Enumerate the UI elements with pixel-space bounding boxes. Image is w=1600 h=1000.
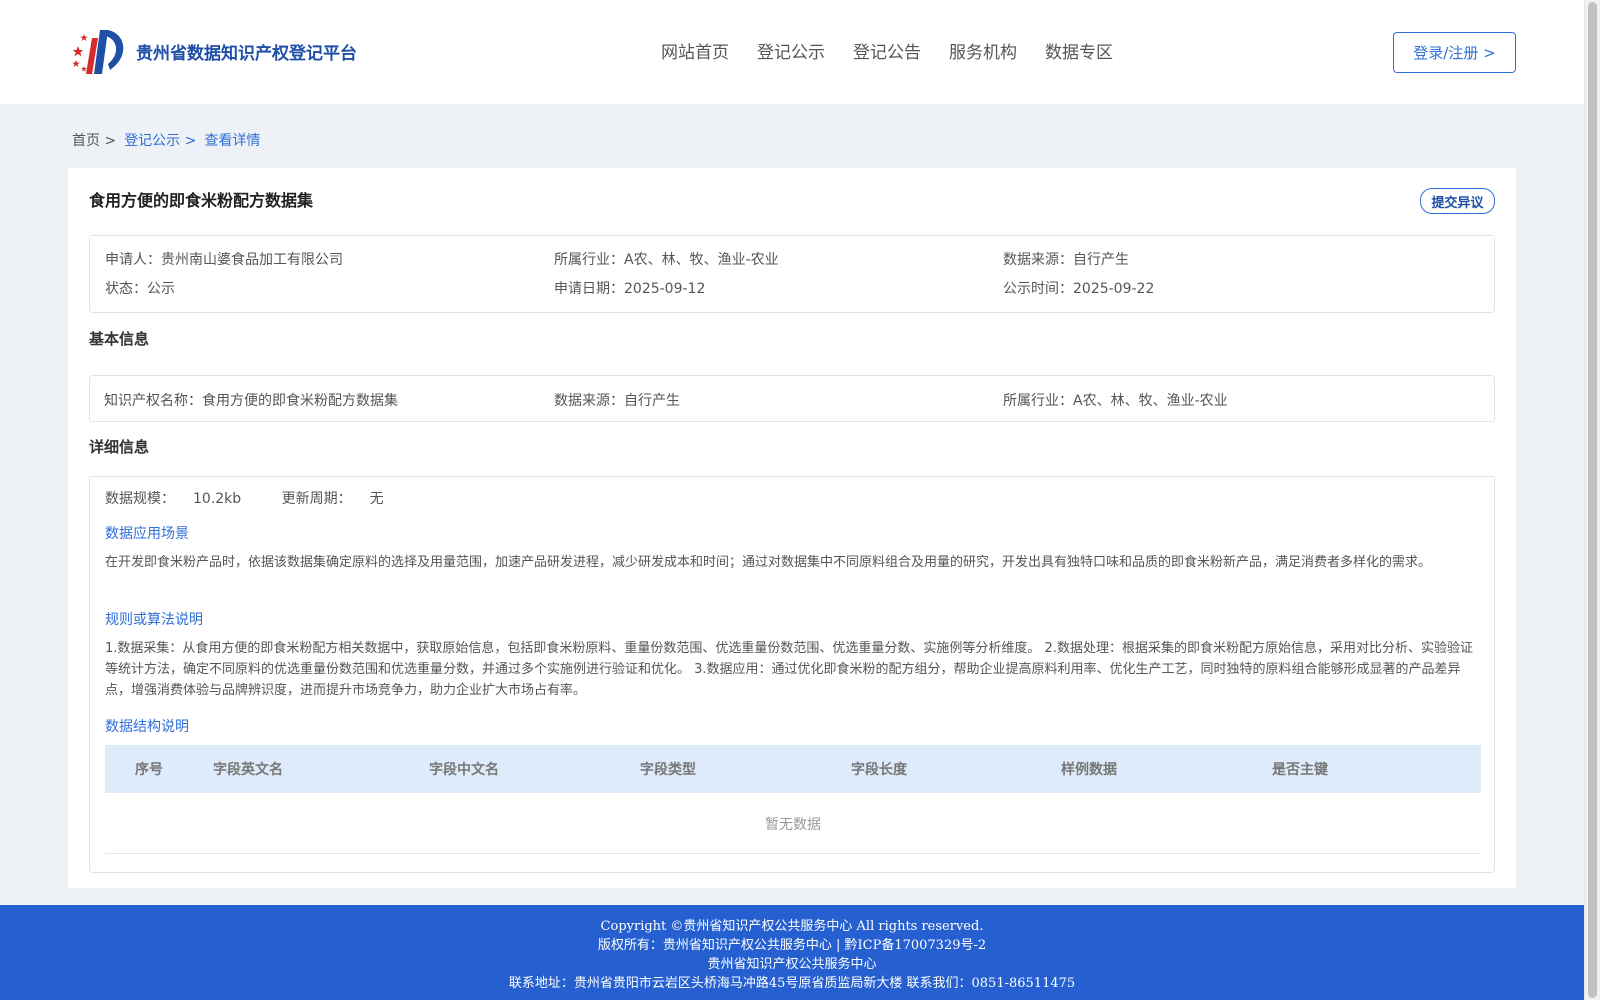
logo-emblem-icon [72,30,124,74]
nav-data-zone[interactable]: 数据专区 [1045,38,1113,63]
update-value: 无 [369,491,384,507]
column-header: 字段英文名 [213,762,283,778]
scenario-text: 在开发即食米粉产品时，依据该数据集确定原料的选择及用量范围，加速产品研发进程，减… [105,555,1432,570]
nav-service-agencies[interactable]: 服务机构 [949,38,1017,63]
basic-source-label: 数据来源： [554,393,624,409]
ip-name-label: 知识产权名称： [104,393,202,409]
main-nav: 网站首页 登记公示 登记公告 服务机构 数据专区 [661,38,1141,63]
page: 贵州省数据知识产权登记平台 网站首页 登记公示 登记公告 服务机构 数据专区 登… [0,0,1584,1000]
breadcrumb-listing[interactable]: 登记公示 > [124,130,196,150]
scrollbar-thumb[interactable] [1588,2,1597,998]
column-header: 字段中文名 [429,762,499,778]
algorithm-heading: 规则或算法说明 [105,612,203,628]
ip-name-value: 食用方便的即食米粉配方数据集 [202,393,398,409]
status-value: 公示 [147,281,175,297]
site-footer: Copyright ©贵州省知识产权公共服务中心 All rights rese… [0,905,1584,1000]
detail-info-box: 数据规模： 10.2kb 更新周期： 无 数据应用场景 在开发即食米粉产品时，依据该… [89,476,1495,873]
applicant-label: 申请人： [105,252,161,268]
apply-date-field: 申请日期：2025-09-12 [554,278,705,298]
table-header-row: 序号 字段英文名 字段中文名 字段类型 字段长度 样例数据 是否主键 [105,745,1481,793]
data-structure-table: 序号 字段英文名 字段中文名 字段类型 字段长度 样例数据 是否主键 [105,745,1481,793]
basic-industry-field: 所属行业：A农、林、牧、渔业-农业 [1003,390,1228,410]
source-value: 自行产生 [1073,252,1129,268]
scale-value: 10.2kb [193,491,242,507]
table-empty-state: 暂无数据 [105,795,1481,854]
applicant-value: 贵州南山婆食品加工有限公司 [161,252,343,268]
apply-date-value: 2025-09-12 [624,281,706,297]
update-label: 更新周期： [281,491,352,507]
vertical-scrollbar[interactable] [1584,0,1600,1000]
site-logo[interactable]: 贵州省数据知识产权登记平台 [70,26,357,76]
nav-home[interactable]: 网站首页 [661,38,729,63]
status-field: 状态：公示 [105,278,175,298]
breadcrumb: 首页 > 登记公示 > 查看详情 [72,130,268,150]
apply-date-label: 申请日期： [554,281,624,297]
column-header: 字段类型 [640,762,696,778]
ip-name-field: 知识产权名称：食用方便的即食米粉配方数据集 [104,390,398,410]
login-register-button[interactable]: 登录/注册 > [1393,32,1516,73]
summary-box: 申请人：贵州南山婆食品加工有限公司 所属行业：A农、林、牧、渔业-农业 数据来源… [89,235,1495,313]
industry-value: A农、林、牧、渔业-农业 [624,252,779,268]
source-label: 数据来源： [1003,252,1073,268]
basic-info-heading: 基本信息 [89,330,150,348]
data-meta: 数据规模： 10.2kb 更新周期： 无 [105,488,420,508]
footer-copyright: Copyright ©贵州省知识产权公共服务中心 All rights rese… [600,919,984,934]
applicant-field: 申请人：贵州南山婆食品加工有限公司 [105,249,343,269]
basic-info-box: 知识产权名称：食用方便的即食米粉配方数据集 数据来源：自行产生 所属行业：A农、… [89,375,1495,422]
industry-label: 所属行业： [554,252,624,268]
column-header: 序号 [135,762,163,778]
scenario-heading: 数据应用场景 [105,526,189,542]
publicity-date-field: 公示时间：2025-09-22 [1003,278,1154,298]
basic-source-value: 自行产生 [624,393,680,409]
submit-objection-button[interactable]: 提交异议 [1420,188,1495,214]
nav-registration-announcement[interactable]: 登记公告 [853,38,921,63]
basic-industry-label: 所属行业： [1003,393,1073,409]
site-name: 贵州省数据知识产权登记平台 [136,43,357,64]
column-header: 样例数据 [1061,762,1117,778]
breadcrumb-home[interactable]: 首页 > [72,130,116,150]
publicity-date-value: 2025-09-22 [1073,281,1155,297]
site-header: 贵州省数据知识产权登记平台 网站首页 登记公示 登记公告 服务机构 数据专区 登… [0,0,1584,104]
footer-contact: 联系地址：贵州省贵阳市云岩区头桥海马冲路45号原省质监局新大楼 联系我们：085… [508,976,1076,991]
column-header: 字段长度 [851,762,907,778]
detail-info-heading: 详细信息 [89,438,150,456]
industry-field: 所属行业：A农、林、牧、渔业-农业 [554,249,779,269]
scale-field: 数据规模： 10.2kb [105,491,259,507]
algorithm-text: 1.数据采集：从食用方便的即食米粉配方相关数据中，获取原始信息，包括即食米粉原料… [105,641,1473,698]
footer-owner-icp[interactable]: 版权所有：贵州省知识产权公共服务中心 | 黔ICP备17007329号-2 [0,936,1584,955]
source-field: 数据来源：自行产生 [1003,249,1129,269]
basic-industry-value: A农、林、牧、渔业-农业 [1073,393,1228,409]
nav-registration-publicity[interactable]: 登记公示 [757,38,825,63]
status-label: 状态： [105,281,147,297]
basic-source-field: 数据来源：自行产生 [554,390,680,410]
update-field: 更新周期： 无 [282,491,402,507]
scale-label: 数据规模： [105,491,175,507]
structure-heading: 数据结构说明 [105,719,189,735]
breadcrumb-current: 查看详情 [204,133,261,149]
record-detail-card: 食用方便的即食米粉配方数据集 提交异议 申请人：贵州南山婆食品加工有限公司 所属… [68,168,1516,888]
record-title: 食用方便的即食米粉配方数据集 [89,191,314,210]
column-header: 是否主键 [1272,762,1328,778]
footer-org: 贵州省知识产权公共服务中心 [707,957,877,972]
publicity-date-label: 公示时间： [1003,281,1073,297]
